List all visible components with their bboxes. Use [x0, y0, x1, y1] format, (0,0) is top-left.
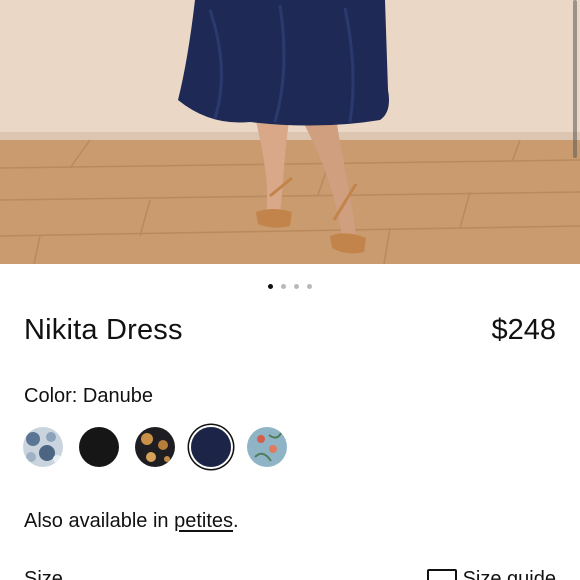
carousel-dot[interactable] — [268, 284, 273, 289]
availability-suffix: . — [233, 510, 239, 532]
petites-link[interactable]: petites — [174, 510, 233, 532]
swatch-light-blue-floral[interactable] — [247, 427, 287, 467]
availability-note: Also available in petites. — [24, 510, 239, 533]
product-price: $248 — [491, 314, 556, 346]
carousel-dot[interactable] — [281, 284, 286, 289]
swatch-blue-floral-print[interactable] — [23, 427, 63, 467]
size-label: Size — [24, 568, 63, 580]
swatch-black-gold-floral[interactable] — [135, 427, 175, 467]
product-photo — [0, 0, 580, 264]
carousel-dot[interactable] — [294, 284, 299, 289]
swatch-danube-navy[interactable] — [191, 427, 231, 467]
carousel-indicators[interactable] — [0, 284, 580, 292]
carousel-dot[interactable] — [307, 284, 312, 289]
swatch-black[interactable] — [79, 427, 119, 467]
size-guide-label: Size guide — [462, 568, 556, 580]
color-label: Color: Danube — [24, 385, 153, 407]
ruler-icon — [426, 568, 457, 580]
product-title: Nikita Dress — [24, 314, 183, 346]
availability-prefix: Also available in — [24, 510, 175, 532]
size-guide-link[interactable]: Size guide — [426, 568, 556, 580]
scrollbar-thumb[interactable] — [573, 0, 577, 158]
product-image[interactable] — [0, 0, 580, 264]
color-swatches — [23, 427, 287, 467]
